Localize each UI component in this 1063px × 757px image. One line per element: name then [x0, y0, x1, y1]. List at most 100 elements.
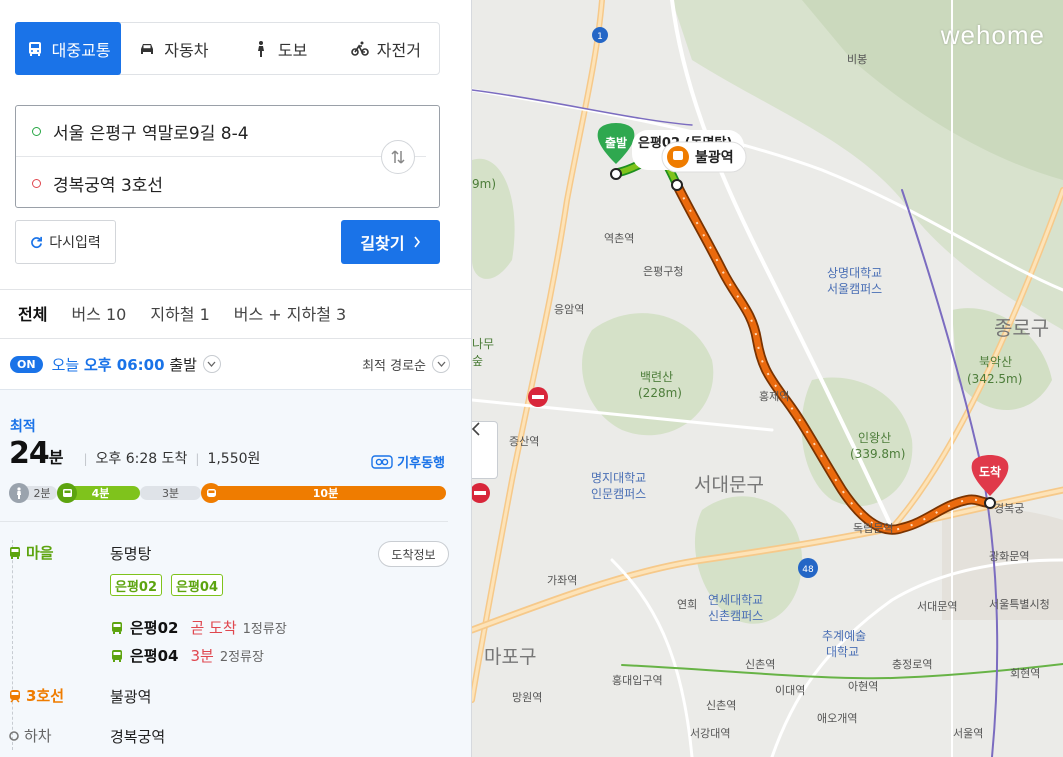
svg-text:충정로역: 충정로역: [892, 658, 932, 671]
bus-line-name: 은평04: [130, 647, 179, 665]
svg-text:(228m): (228m): [638, 386, 682, 400]
route-result-card[interactable]: 최적 24 분 | 오후 6:28 도착 | 1,550원 기후동행 2분 4분 3…: [0, 389, 471, 757]
collapse-panel-button[interactable]: [472, 421, 498, 479]
car-icon: [141, 43, 154, 54]
origin-text: 서울 은평구 역말로9길 8-4: [53, 124, 249, 144]
mode-transit-label: 대중교통: [51, 40, 111, 60]
svg-text:9m): 9m): [472, 177, 496, 191]
chevron-down-icon: [437, 361, 445, 367]
bus-arrival-row: 은평04 3분 2정류장: [110, 645, 264, 666]
sort-dropdown: [432, 355, 450, 373]
walk-icon: [9, 483, 29, 503]
svg-text:서울특별시청: 서울특별시청: [989, 598, 1050, 611]
subway-icon: [10, 689, 20, 703]
mode-walk[interactable]: 도보: [227, 23, 333, 74]
bus-icon: [112, 649, 122, 662]
tab-bus-subway[interactable]: 버스 + 지하철 3: [234, 301, 346, 325]
chevron-down-icon: [207, 361, 216, 367]
svg-text:신촌역: 신촌역: [706, 699, 736, 712]
directions-panel: 대중교통 자동차 도보 자전거 서울 은평구 역말로9길 8-4 경복궁역 3호…: [0, 0, 472, 757]
svg-text:나무: 나무: [472, 337, 494, 351]
svg-text:마포구: 마포구: [484, 646, 536, 668]
departure-day: 오늘: [51, 355, 80, 374]
svg-text:응암역: 응암역: [554, 303, 584, 316]
tab-bus[interactable]: 버스 10: [71, 301, 126, 325]
destination-field[interactable]: 경복궁역 3호선: [16, 158, 376, 208]
search-route-button[interactable]: 길찾기: [341, 220, 440, 264]
climate-pass-label: 기후동행: [397, 456, 445, 471]
climate-pass-icon: [371, 454, 393, 469]
bus-arrival-row: 은평02 곧 도착 1정류장: [110, 617, 287, 638]
origin-field[interactable]: 서울 은평구 역말로9길 8-4: [16, 107, 426, 157]
step-subway-line: 3호선: [26, 687, 65, 705]
transfer-marker: 불광역: [661, 141, 747, 173]
svg-text:서울캠퍼스: 서울캠퍼스: [827, 282, 882, 296]
bus-chip[interactable]: 은평02: [110, 574, 163, 596]
svg-text:숲: 숲: [472, 354, 483, 368]
chevron-right-icon: [413, 236, 420, 248]
departure-toggle[interactable]: ON: [10, 355, 43, 373]
swap-button[interactable]: [381, 140, 415, 174]
map-view[interactable]: 출발 은평02 (동명탕) 불광역 도착 1 비봉 역촌역 응암역 은평구청 상…: [472, 0, 1063, 757]
climate-pass-badge: 기후동행: [371, 452, 445, 471]
time-breakdown-bar: 2분 4분 3분 10분: [9, 483, 447, 503]
map-canvas[interactable]: 출발 은평02 (동명탕) 불광역 도착 1 비봉 역촌역 응암역 은평구청 상…: [472, 0, 1063, 757]
refresh-icon: [31, 236, 43, 248]
fare: 1,550원: [207, 451, 261, 467]
subway-icon: [201, 483, 221, 503]
svg-text:애오개역: 애오개역: [817, 712, 857, 725]
bus-stops-away: 2정류장: [219, 650, 264, 665]
step-bus-stop: 동명탕: [110, 545, 152, 563]
sort-label: 최적 경로순: [362, 358, 426, 374]
svg-text:홍대입구역: 홍대입구역: [612, 673, 663, 687]
arrival-info-button[interactable]: 도착정보: [378, 541, 449, 567]
transfer-station-text: 불광역: [695, 149, 734, 166]
mode-car[interactable]: 자동차: [120, 23, 226, 74]
mode-car-label: 자동차: [164, 40, 209, 60]
departure-dropdown[interactable]: [202, 355, 221, 373]
walk-icon: [257, 40, 264, 57]
tab-subway[interactable]: 지하철 1: [150, 301, 209, 325]
reset-label: 다시입력: [49, 235, 101, 251]
svg-text:종로구: 종로구: [994, 316, 1049, 340]
svg-text:은평구청: 은평구청: [643, 265, 683, 278]
departure-suffix: 출발: [169, 355, 197, 374]
departure-row: ON 오늘 오후 06:00 출발 최적 경로순: [10, 352, 450, 376]
svg-text:북악산: 북악산: [979, 355, 1012, 369]
time-segment-walk: 3분: [140, 486, 201, 500]
svg-text:이대역: 이대역: [775, 684, 805, 697]
svg-text:경복궁: 경복궁: [994, 502, 1024, 515]
no-entry-icon: [528, 387, 548, 407]
svg-text:인왕산: 인왕산: [858, 431, 891, 445]
route-timeline: [12, 540, 13, 750]
origin-dot-icon: [32, 127, 41, 136]
minutes-unit: 분: [48, 448, 64, 467]
sort-select[interactable]: 최적 경로순: [362, 355, 450, 374]
svg-text:아현역: 아현역: [848, 680, 878, 693]
step-exit-station: 경복궁역: [110, 728, 166, 746]
reset-button[interactable]: 다시입력: [15, 220, 116, 264]
svg-text:서대문역: 서대문역: [917, 600, 957, 613]
bus-chip[interactable]: 은평04: [171, 574, 224, 596]
summary-separator: |: [195, 452, 200, 466]
svg-text:연세대학교: 연세대학교: [708, 593, 763, 607]
route-input-box: 서울 은평구 역말로9길 8-4 경복궁역 3호선: [15, 105, 440, 208]
svg-text:48: 48: [802, 565, 814, 575]
svg-text:광화문역: 광화문역: [989, 550, 1029, 563]
svg-text:연희: 연희: [677, 598, 697, 611]
step-exit-text: 하차: [24, 727, 52, 745]
svg-text:비봉: 비봉: [847, 53, 867, 66]
bus-icon: [28, 41, 41, 56]
bicycle-icon: [350, 41, 369, 56]
step-bus-label: 마을: [8, 542, 54, 563]
departure-time[interactable]: 오후 06:00: [84, 354, 165, 375]
mode-transit[interactable]: 대중교통: [15, 22, 122, 75]
tabs-divider: [0, 338, 471, 339]
start-badge-text: 출발: [605, 135, 627, 150]
svg-text:신촌역: 신촌역: [745, 658, 775, 671]
transfer-point: [671, 179, 683, 191]
svg-text:인문캠퍼스: 인문캠퍼스: [591, 487, 646, 501]
mode-bicycle[interactable]: 자전거: [333, 23, 439, 74]
tab-all[interactable]: 전체: [18, 301, 47, 325]
end-badge-text: 도착: [979, 464, 1001, 479]
